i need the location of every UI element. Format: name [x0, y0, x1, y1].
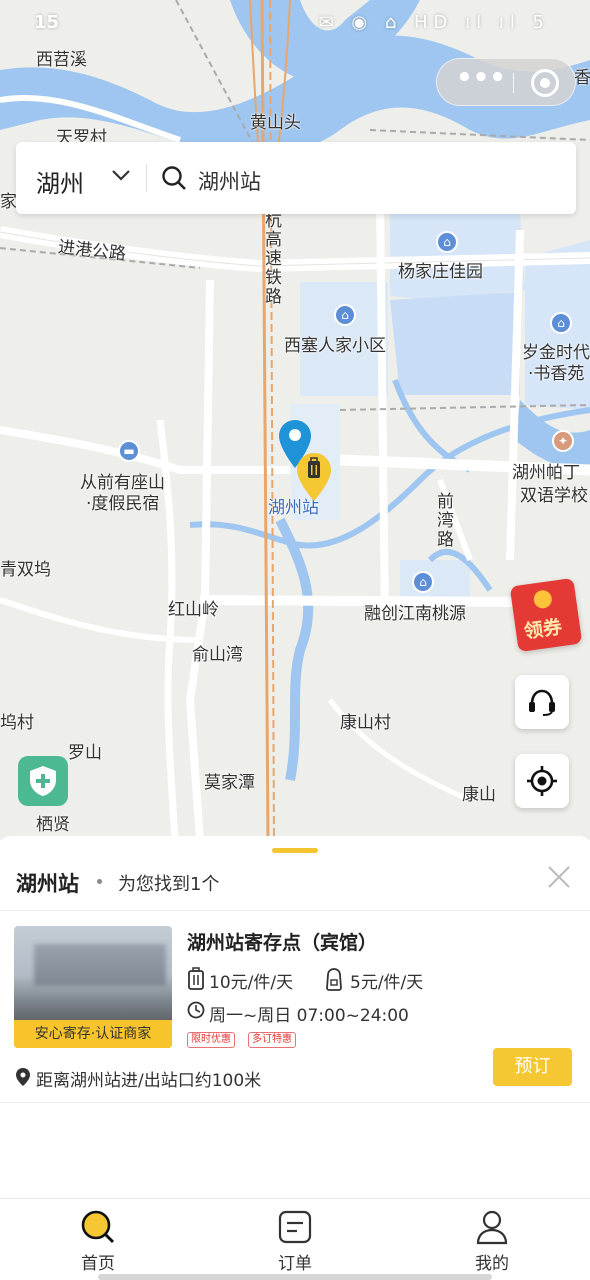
map-label: 从前有座山 — [80, 473, 165, 493]
home-indicator — [98, 1274, 492, 1280]
map-label: 湖州帕丁 — [512, 463, 580, 483]
search-divider — [146, 164, 147, 192]
promo-badge: 限时优惠 — [187, 1032, 235, 1048]
title-separator-dot — [97, 879, 102, 884]
shield-plus-icon — [30, 766, 56, 796]
panel-title: 湖州站 — [16, 872, 79, 896]
hotel-icon: ▬ — [118, 440, 140, 462]
map-label: 西塞人家小区 — [284, 336, 386, 356]
residence-icon: ⌂ — [334, 304, 356, 326]
results-panel: 湖州站 为您找到1个 安心寄存·认证商家 湖州站寄存点（宾馆） 10元/件/天 — [0, 836, 590, 1198]
coupon-label: 领券 — [522, 616, 564, 644]
map-label: 杭高速铁路 — [265, 211, 282, 307]
profile-icon — [476, 1210, 508, 1245]
capsule-divider — [513, 73, 514, 93]
home-search-icon — [81, 1210, 115, 1244]
map-label: ·度假民宿 — [86, 494, 160, 514]
suitcase-icon — [188, 967, 204, 990]
map-label: 栖贤 — [36, 815, 70, 835]
safety-guarantee-button[interactable] — [18, 756, 68, 806]
luggage-store-pin-icon[interactable] — [297, 453, 331, 501]
map-label: 前湾路 — [437, 492, 454, 550]
order-icon — [278, 1210, 312, 1244]
residence-icon: ⌂ — [412, 571, 434, 593]
clock-icon — [187, 1001, 205, 1019]
map-label: 康山村 — [340, 713, 391, 733]
promo-badge: 多订特惠 — [248, 1032, 296, 1048]
locate-me-button[interactable] — [515, 754, 569, 808]
results-count-text: 为您找到1个 — [118, 874, 220, 895]
location-pin-icon — [16, 1068, 30, 1086]
tab-home-label: 首页 — [81, 1254, 115, 1274]
backpack-icon — [326, 968, 342, 991]
large-luggage-price: 10元/件/天 — [187, 967, 337, 993]
search-bar: 湖州 湖州站 — [16, 142, 576, 214]
panel-divider — [0, 910, 590, 911]
distance-text: 距离湖州站进/出站口约100米 — [36, 1071, 262, 1091]
search-input[interactable]: 湖州站 — [198, 166, 261, 196]
residence-icon: ⌂ — [550, 312, 572, 334]
customer-service-button[interactable] — [515, 675, 569, 729]
certified-merchant-tag: 安心寄存·认证商家 — [14, 1020, 172, 1048]
map-label: 湖州站 — [268, 498, 319, 518]
price-small-text: 5元/件/天 — [350, 973, 424, 993]
map-label: 杨家庄佳园 — [398, 262, 483, 282]
tab-orders-label: 订单 — [278, 1254, 312, 1274]
status-bar: 15 ✉ ◉ ⌂ HD ıl ıl 5 — [0, 0, 590, 44]
tab-profile[interactable]: 我的 — [394, 1199, 590, 1280]
book-button[interactable]: 预订 — [493, 1048, 572, 1086]
school-icon: ✦ — [552, 430, 574, 452]
map-label: 西苕溪 — [36, 50, 87, 70]
search-icon — [162, 166, 186, 190]
map-label: 双语学校 — [520, 486, 588, 506]
target-circle-icon[interactable] — [531, 69, 559, 97]
coupon-button[interactable]: 领券 — [509, 577, 583, 653]
map-label: 融创江南桃源 — [364, 604, 466, 624]
map-label: 俞山湾 — [192, 645, 243, 665]
bottom-tab-bar: 首页 订单 我的 — [0, 1198, 590, 1280]
map-label: 坞村 — [0, 713, 34, 733]
distance-info: 距离湖州站进/出站口约100米 — [16, 1066, 316, 1091]
map-label: 岁金时代 — [522, 343, 590, 363]
status-icons: ✉ ◉ ⌂ HD ıl ıl 5 — [318, 12, 550, 33]
map-label: 罗山 — [68, 743, 102, 763]
map-label: 康山 — [462, 785, 496, 805]
hours-text: 周一~周日 07:00~24:00 — [209, 1006, 409, 1026]
store-photo — [34, 944, 166, 986]
opening-hours: 周一~周日 07:00~24:00 — [187, 1000, 427, 1026]
close-icon[interactable] — [546, 864, 572, 890]
map-label: 红山岭 — [168, 600, 219, 620]
map-label: 莫家潭 — [204, 773, 255, 793]
map-label: 黄山头 — [250, 113, 301, 133]
locate-icon — [527, 766, 557, 796]
tab-profile-label: 我的 — [475, 1254, 509, 1274]
store-thumbnail: 安心寄存·认证商家 — [14, 926, 172, 1048]
chevron-down-icon[interactable] — [110, 164, 132, 186]
miniprogram-capsule: ••• — [436, 58, 576, 106]
more-dots-icon[interactable]: ••• — [455, 65, 507, 95]
coin-icon — [532, 589, 553, 610]
tab-orders[interactable]: 订单 — [197, 1199, 393, 1280]
panel-drag-handle[interactable] — [272, 848, 318, 853]
map-label: 青双坞 — [0, 560, 51, 580]
row-divider — [0, 1102, 590, 1103]
residence-icon: ⌂ — [436, 231, 458, 253]
map-label: 香 — [574, 68, 590, 88]
status-time: 15 — [34, 12, 60, 33]
store-name: 湖州站寄存点（宾馆） — [187, 932, 378, 954]
map-view[interactable]: 15 ✉ ◉ ⌂ HD ıl ıl 5 ••• 西苕溪 黄山头 天罗村 家圩 进… — [0, 0, 590, 840]
price-large-text: 10元/件/天 — [209, 973, 294, 993]
city-selector[interactable]: 湖州 — [36, 164, 84, 199]
headset-icon — [529, 689, 555, 716]
map-label: ·书香苑 — [528, 364, 585, 384]
small-luggage-price: 5元/件/天 — [324, 967, 444, 993]
tab-home[interactable]: 首页 — [0, 1199, 196, 1280]
